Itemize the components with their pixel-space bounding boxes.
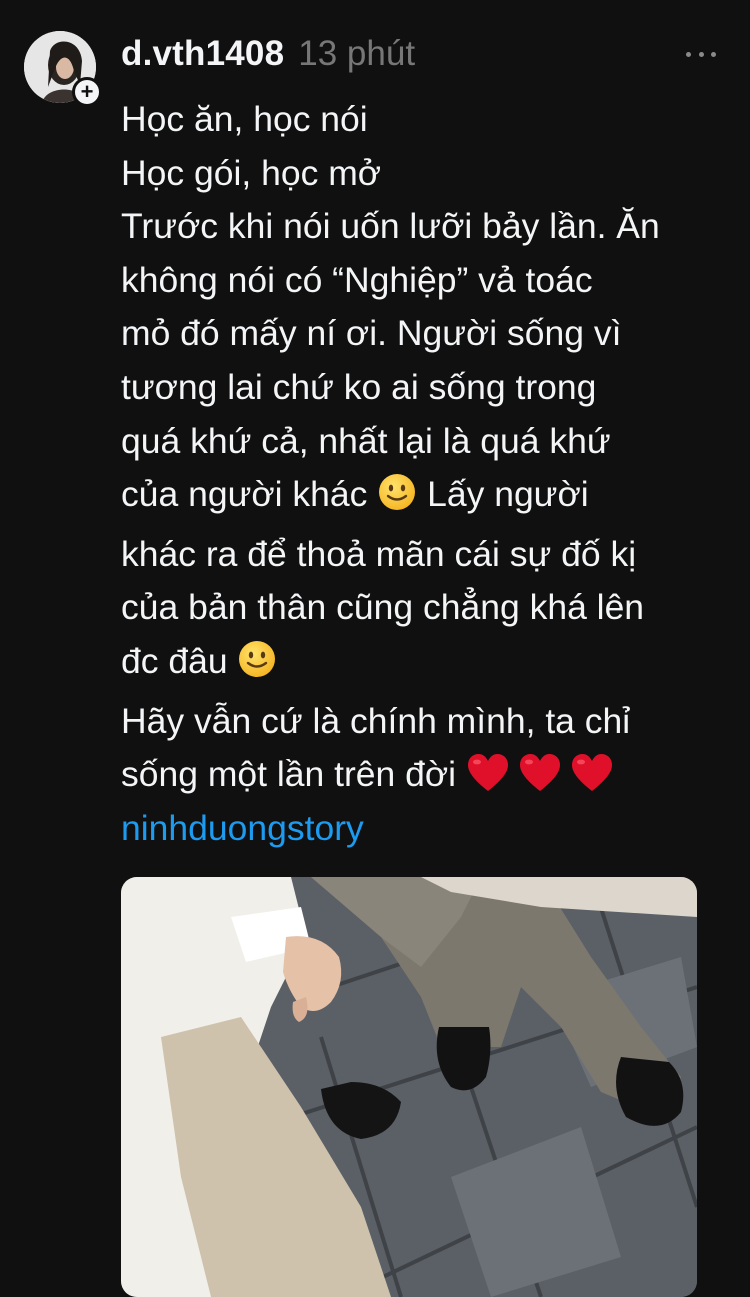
red-heart-icon	[519, 754, 560, 792]
text-line: đc đâu	[121, 635, 731, 695]
text-line: Học gói, học mở	[121, 152, 382, 193]
thread-post: + d.vth1408 13 phút Học ăn, học nói Học …	[0, 0, 750, 1297]
red-heart-icon	[571, 754, 612, 792]
post-header: d.vth1408 13 phút	[121, 30, 415, 78]
text-line: Hãy vẫn cứ là chính mình, ta chỉ	[121, 700, 631, 741]
text-line: mỏ đó mấy ní ơi. Người sống vì	[121, 313, 622, 354]
text-line: quá khứ cả, nhất lại là quá khứ	[121, 420, 611, 461]
slightly-smiling-face-icon	[237, 639, 277, 695]
post-photo[interactable]	[121, 877, 697, 1297]
author-avatar[interactable]: +	[24, 31, 102, 107]
text-line: khác ra để thoả mãn cái sự đố kị	[121, 533, 637, 574]
text-line: Học ăn, học nói	[121, 99, 368, 139]
text-segment: của người khác	[121, 474, 378, 515]
text-segment: đc đâu	[121, 640, 238, 681]
text-segment: Lấy người	[417, 474, 589, 515]
slightly-smiling-face-icon	[377, 472, 417, 528]
author-username[interactable]: d.vth1408	[121, 34, 284, 74]
text-line: không nói có “Nghiệp” vả toác	[121, 259, 593, 300]
text-line: của người khác Lấy người	[121, 468, 731, 528]
post-text: Học ăn, học nói Học gói, học mở Trước kh…	[121, 93, 731, 855]
follow-plus-icon[interactable]: +	[72, 77, 102, 107]
post-timestamp: 13 phút	[298, 34, 416, 73]
text-line: của bản thân cũng chẳng khá lên	[121, 587, 645, 628]
text-line: Trước khi nói uốn lưỡi bảy lần. Ăn	[121, 206, 660, 247]
text-line: sống một lần trên đời	[121, 748, 731, 802]
text-segment: sống một lần trên đời	[121, 754, 466, 795]
red-heart-icon	[467, 754, 508, 792]
topic-tag-link[interactable]: ninhduongstory	[121, 802, 731, 856]
more-horizontal-icon[interactable]	[686, 42, 716, 66]
text-line: tương lai chứ ko ai sống trong	[121, 366, 597, 407]
